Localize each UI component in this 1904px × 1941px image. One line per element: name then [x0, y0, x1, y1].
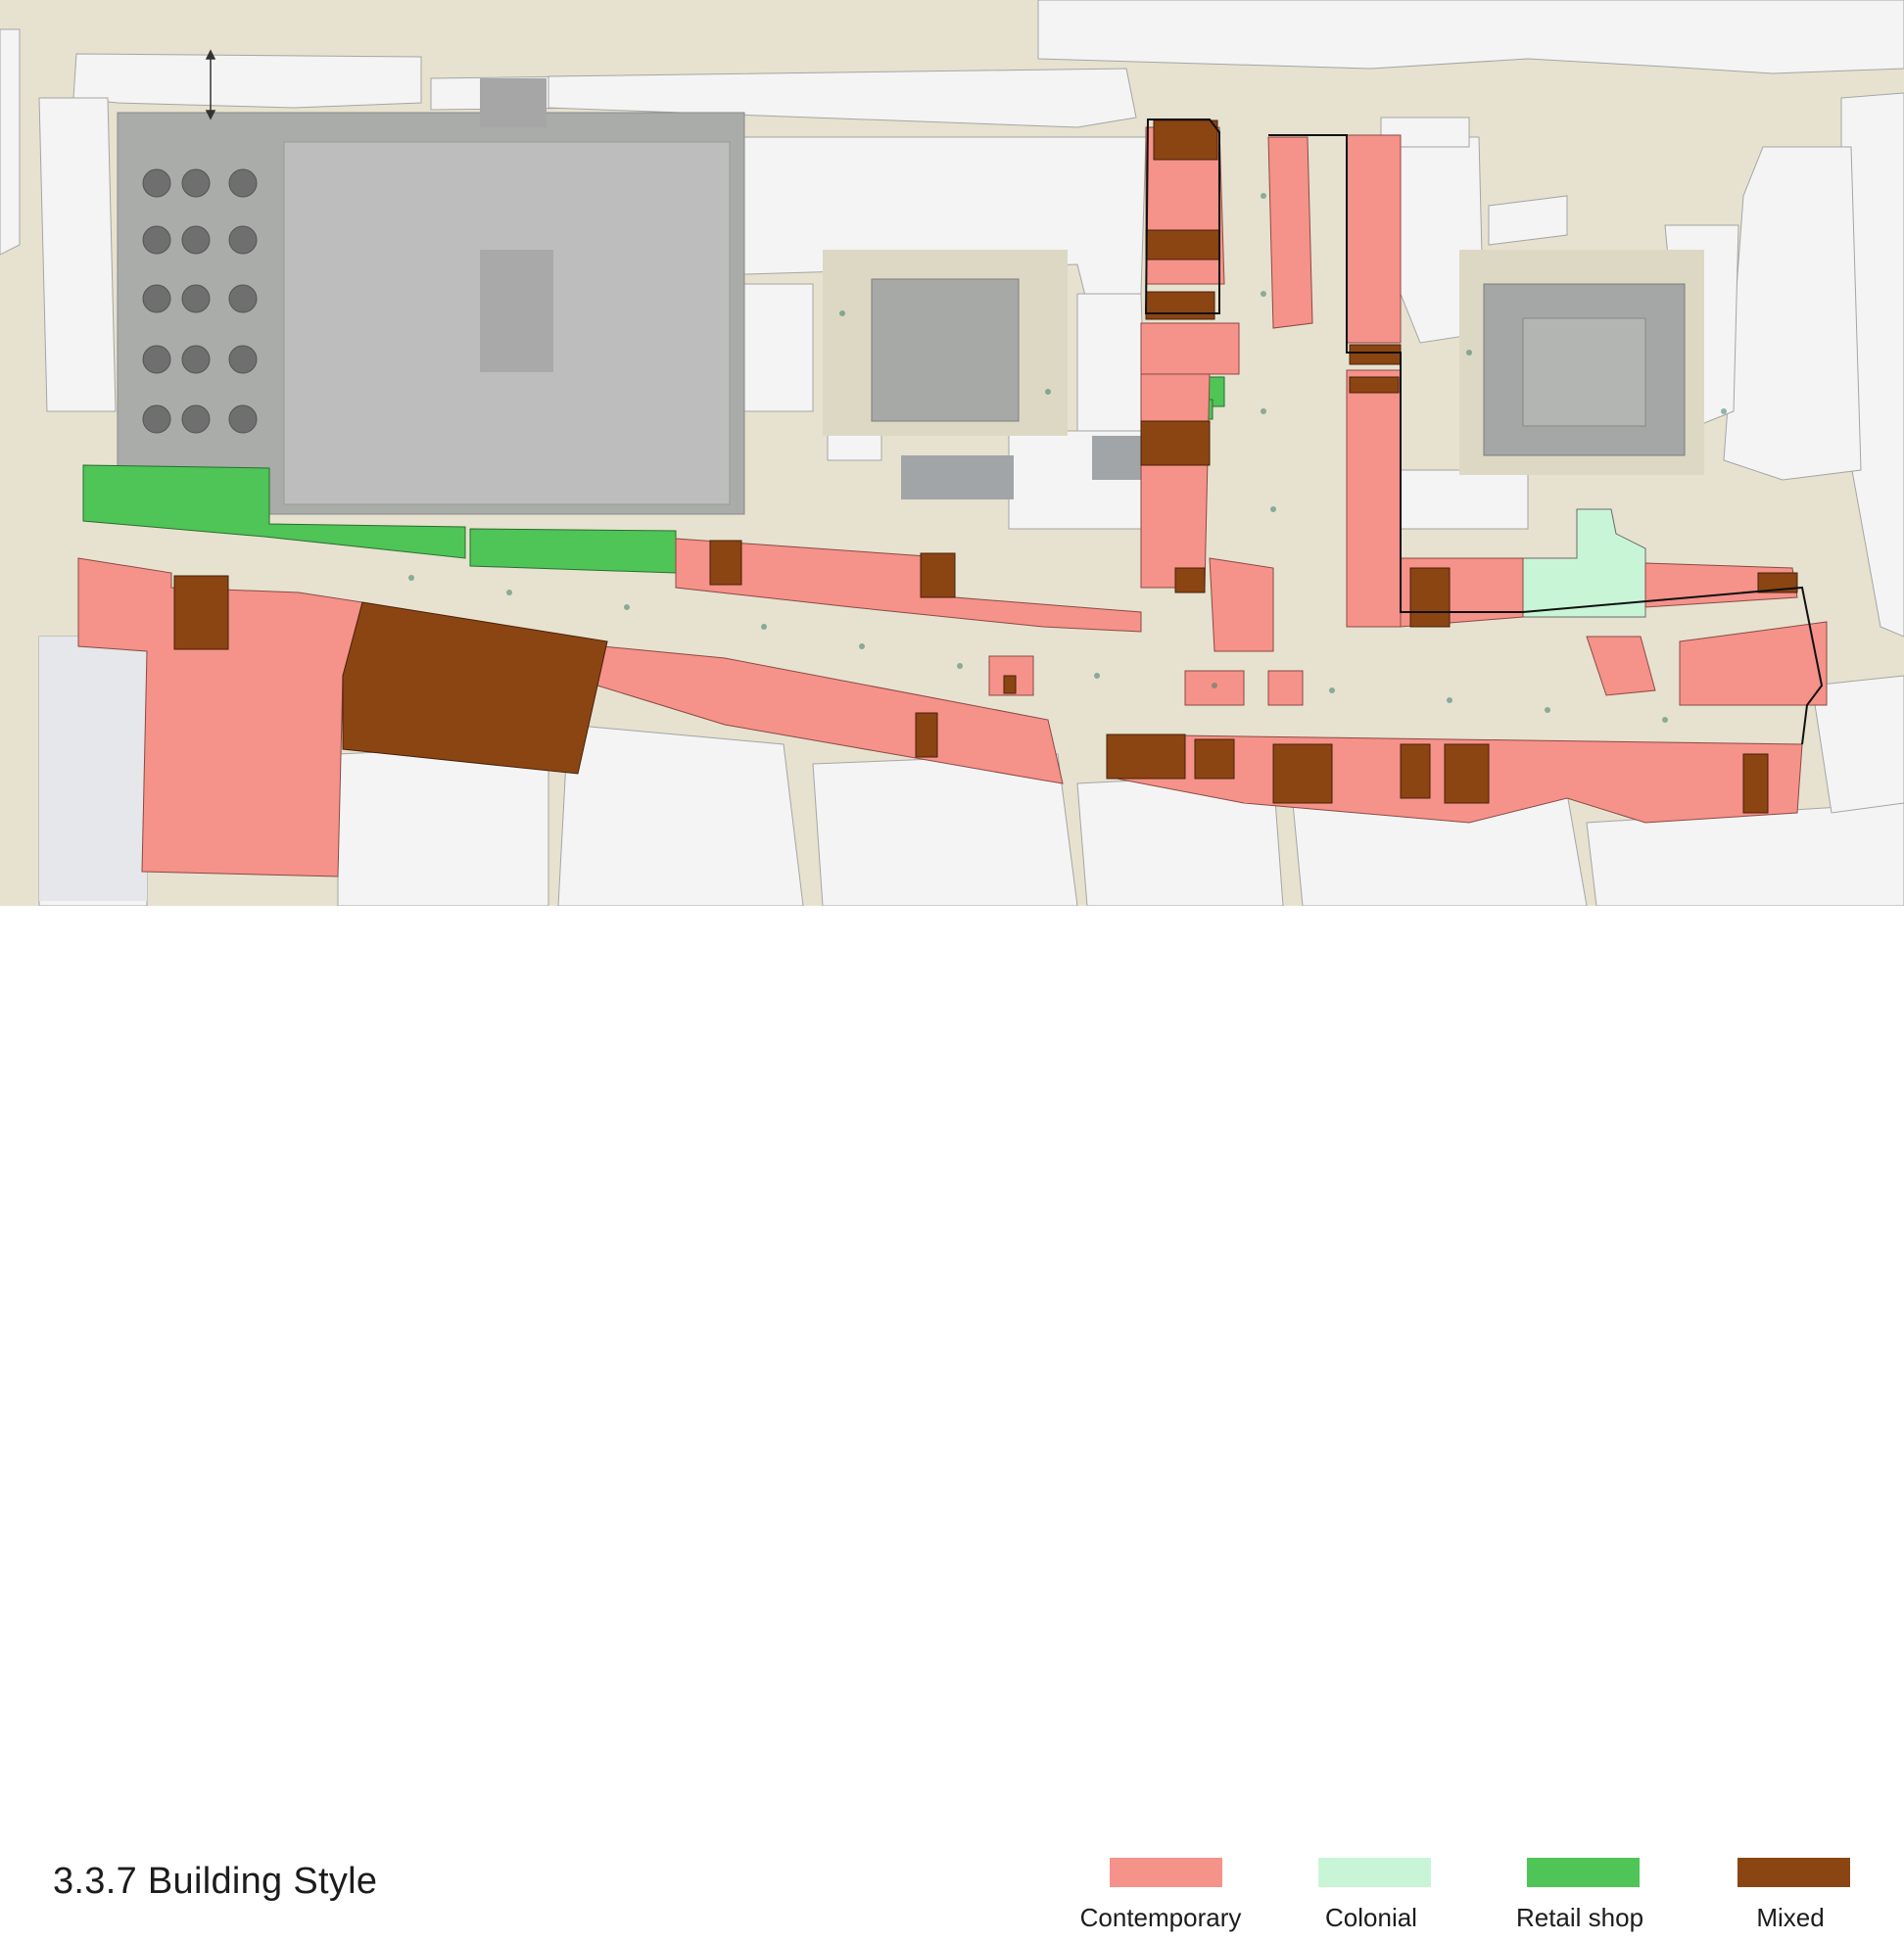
legend-label-mixed: Mixed [1756, 1903, 1825, 1932]
legend-swatch-retail-shop [1527, 1858, 1640, 1887]
footer: 3.3.7 Building Style Contemporary Coloni… [0, 906, 1904, 1932]
legend-label-retail-shop: Retail shop [1515, 1903, 1644, 1932]
legend-label-contemporary: Contemporary [1079, 1903, 1242, 1932]
legend-swatch-colonial [1318, 1858, 1431, 1887]
section-title: 3.3.7 Building Style [53, 1861, 378, 1902]
temple-compound [117, 78, 745, 515]
legend-swatch-contemporary [1110, 1858, 1222, 1887]
legend-retail-shop: Retail shop [1472, 1858, 1688, 1941]
legend-label-colonial: Colonial [1325, 1903, 1417, 1932]
legend-colonial: Colonial [1263, 1858, 1479, 1941]
site-map [0, 0, 1904, 906]
legend-contemporary: Contemporary [1053, 1858, 1268, 1941]
legend-mixed: Mixed [1683, 1858, 1898, 1941]
legend-swatch-mixed [1737, 1858, 1850, 1887]
map-panel [0, 0, 1904, 906]
shrine-plaza-left [823, 250, 1068, 436]
shrine-plaza-right [1459, 250, 1704, 475]
